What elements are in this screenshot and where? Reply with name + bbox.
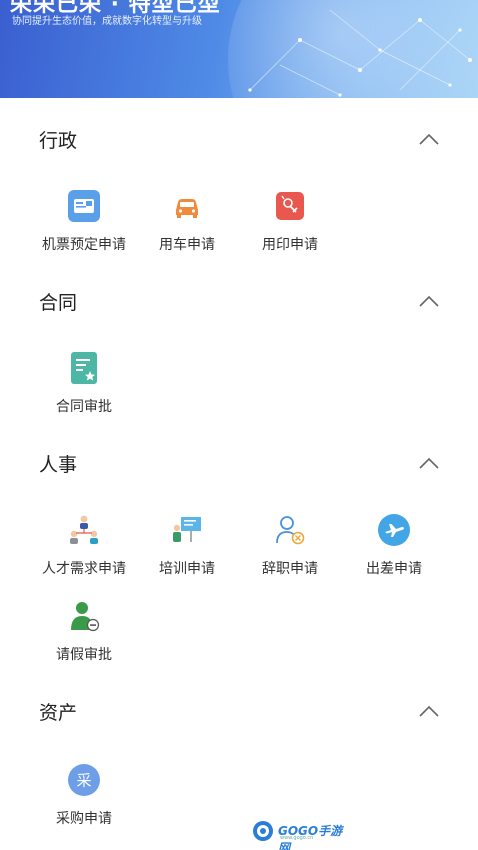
purchase-icon: 采 [68, 764, 100, 796]
item-label: 采购申请 [56, 811, 112, 827]
app-item-training-request[interactable]: 培训申请 [135, 514, 239, 584]
item-label: 用车申请 [159, 237, 215, 253]
app-item-resignation-request[interactable]: 辞职申请 [238, 514, 342, 584]
app-item-car-request[interactable]: 用车申请 [135, 190, 239, 260]
section-title: 合同 [39, 292, 78, 314]
training-icon [173, 517, 201, 542]
item-label: 机票预定申请 [42, 237, 126, 253]
section-title: 人事 [39, 454, 78, 476]
app-item-flight-booking[interactable]: 机票预定申请 [32, 190, 136, 260]
app-item-seal-request[interactable]: 用印申请 [238, 190, 342, 260]
watermark-logo: GOGO手游网 www.gogo.cn [252, 819, 352, 850]
section-contract: 合同 合同审批 [0, 288, 478, 448]
chevron-up-icon[interactable] [418, 456, 440, 470]
app-item-leave-approval[interactable]: 请假审批 [32, 600, 136, 670]
item-label: 人才需求申请 [42, 561, 126, 577]
car-icon [176, 199, 198, 218]
section-assets: 资产 采 采购申请 [0, 698, 478, 848]
chevron-up-icon[interactable] [418, 294, 440, 308]
section-title: 行政 [39, 130, 78, 152]
banner-subtitle: 协同提升生态价值，成就数字化转型与升级 [12, 16, 202, 27]
flight-ticket-icon [68, 190, 100, 222]
item-label: 用印申请 [262, 237, 318, 253]
talent-icon [70, 515, 98, 544]
leave-icon [71, 602, 100, 632]
item-label: 培训申请 [159, 561, 215, 577]
contract-icon [71, 352, 97, 384]
resign-icon [276, 516, 305, 545]
item-label: 请假审批 [56, 647, 112, 663]
seal-icon [276, 192, 304, 220]
chevron-up-icon[interactable] [418, 704, 440, 718]
watermark-emblem-icon [253, 821, 273, 841]
app-item-purchase-request[interactable]: 采 采购申请 [32, 764, 136, 834]
header-banner: 荣荣已荣 · 特型已型 协同提升生态价值，成就数字化转型与升级 [0, 0, 478, 98]
item-label: 合同审批 [56, 399, 112, 415]
section-personnel: 人事 人才需求申请 培训申请 辞职申请 出差申请 请假审批 [0, 450, 478, 690]
app-item-business-trip-request[interactable]: 出差申请 [342, 514, 446, 584]
item-label: 出差申请 [366, 561, 422, 577]
purchase-icon-glyph: 采 [76, 772, 91, 790]
item-label: 辞职申请 [262, 561, 318, 577]
watermark-subtext: www.gogo.cn [280, 835, 314, 841]
chevron-up-icon[interactable] [418, 132, 440, 146]
business-trip-icon [378, 514, 410, 546]
app-item-contract-approval[interactable]: 合同审批 [32, 352, 136, 422]
app-item-talent-request[interactable]: 人才需求申请 [32, 514, 136, 584]
section-title: 资产 [39, 702, 78, 724]
section-administration: 行政 机票预定申请 用车申请 用印申请 [0, 98, 478, 288]
